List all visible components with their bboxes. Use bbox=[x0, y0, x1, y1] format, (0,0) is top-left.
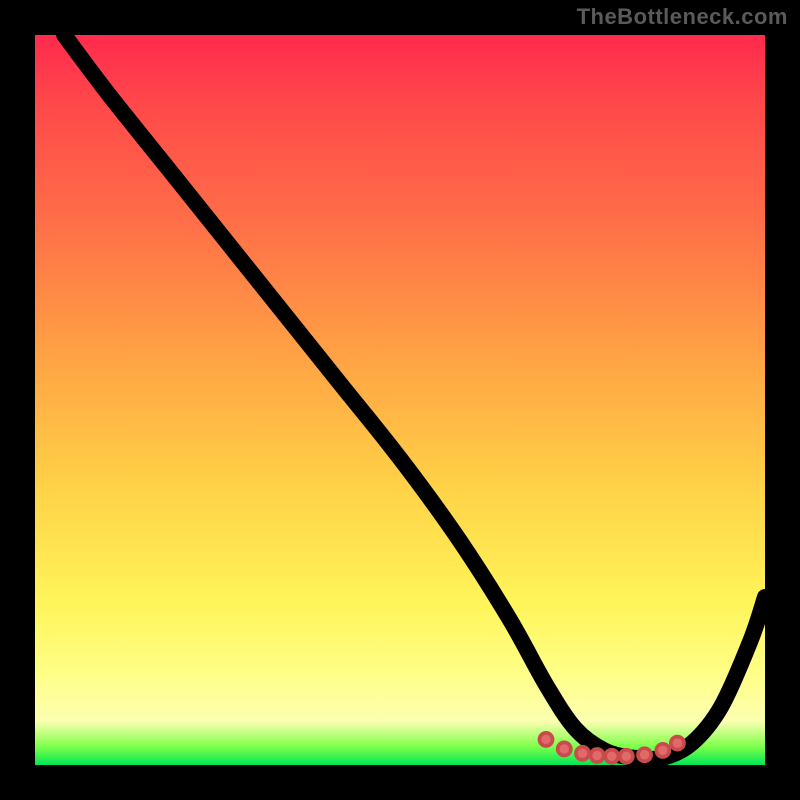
optimum-dot bbox=[539, 733, 552, 746]
optimum-dot bbox=[620, 750, 633, 763]
optimum-dot bbox=[671, 737, 684, 750]
plot-area bbox=[35, 35, 765, 765]
optimum-dot bbox=[576, 747, 589, 760]
bottleneck-curve bbox=[64, 35, 765, 759]
optimum-dot bbox=[591, 749, 604, 762]
optimum-dot bbox=[558, 742, 571, 755]
chart-frame: TheBottleneck.com bbox=[0, 0, 800, 800]
watermark-text: TheBottleneck.com bbox=[577, 4, 788, 30]
optimum-dot bbox=[605, 750, 618, 763]
optimum-dot bbox=[638, 748, 651, 761]
curve-layer bbox=[35, 35, 765, 765]
optimum-dot bbox=[656, 744, 669, 757]
